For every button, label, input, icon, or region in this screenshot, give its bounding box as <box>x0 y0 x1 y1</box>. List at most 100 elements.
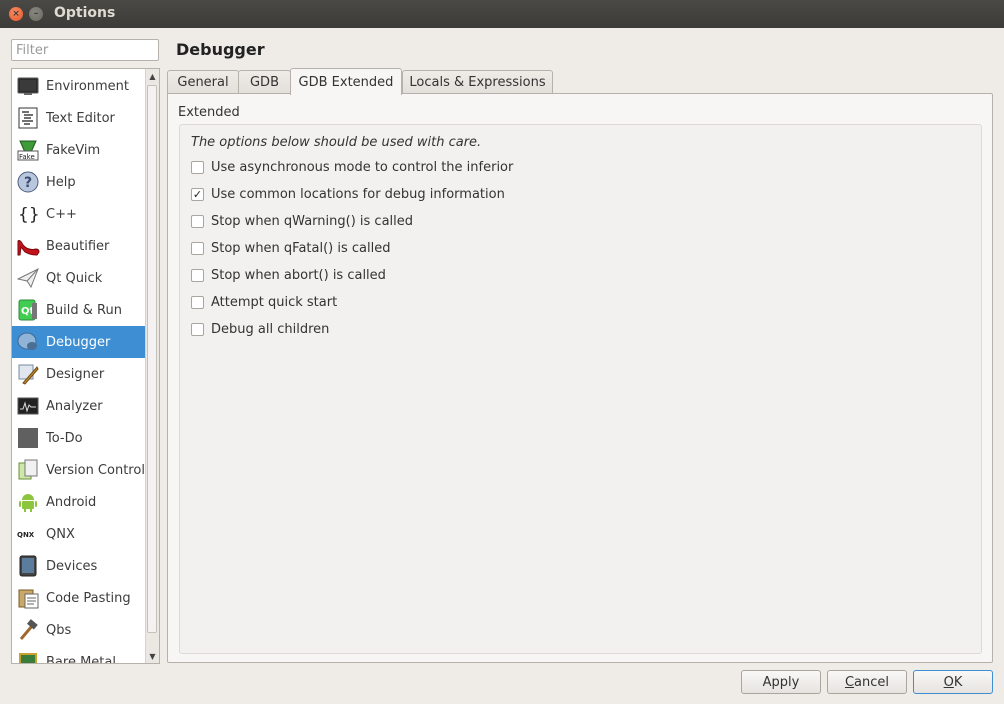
extended-group: The options below should be used with ca… <box>179 124 982 654</box>
checkbox[interactable] <box>191 295 204 309</box>
category-item-build-run[interactable]: Qt Build & Run <box>12 294 146 326</box>
close-window-button[interactable]: × <box>9 7 23 21</box>
category-item-version-control[interactable]: Version Control <box>12 454 146 486</box>
filter-input[interactable] <box>11 39 159 61</box>
version-control-icon <box>16 458 40 482</box>
option-stop-abort[interactable]: Stop when abort() is called <box>191 266 386 284</box>
checkbox[interactable] <box>191 268 204 282</box>
category-scrollbar[interactable]: ▲ ▼ <box>145 69 159 663</box>
category-label: Debugger <box>46 334 111 350</box>
category-item-text-editor[interactable]: Text Editor <box>12 102 146 134</box>
category-label: Analyzer <box>46 398 103 414</box>
checkbox[interactable] <box>191 214 204 228</box>
monitor-icon <box>16 74 40 98</box>
qt-build-icon: Qt <box>16 298 40 322</box>
category-label: Qbs <box>46 622 72 638</box>
title-bar: × – Options <box>0 0 1004 28</box>
category-label: Text Editor <box>46 110 115 126</box>
option-label: Stop when qFatal() is called <box>211 240 391 256</box>
category-item-cpp[interactable]: {} C++ <box>12 198 146 230</box>
category-label: Version Control <box>46 462 145 478</box>
tab-gdb-extended[interactable]: GDB Extended <box>290 68 402 95</box>
category-label: Help <box>46 174 76 190</box>
category-item-qnx[interactable]: QNX QNX <box>12 518 146 550</box>
category-label: Code Pasting <box>46 590 131 606</box>
svg-text:Fake: Fake <box>19 153 35 161</box>
cancel-label-rest: ancel <box>854 674 890 690</box>
page-title: Debugger <box>176 40 265 59</box>
high-heel-icon <box>16 234 40 258</box>
ok-label-rest: K <box>953 674 963 690</box>
category-item-analyzer[interactable]: Analyzer <box>12 390 146 422</box>
category-label: C++ <box>46 206 77 222</box>
category-label: FakeVim <box>46 142 101 158</box>
option-async-mode[interactable]: Use asynchronous mode to control the inf… <box>191 158 513 176</box>
scroll-up-arrow-icon[interactable]: ▲ <box>146 69 159 83</box>
option-common-debug-locations[interactable]: ✓ Use common locations for debug informa… <box>191 185 505 203</box>
category-label: Designer <box>46 366 105 382</box>
hammer-icon <box>16 618 40 642</box>
apply-button[interactable]: Apply <box>741 670 821 694</box>
qnx-icon: QNX <box>16 522 40 546</box>
category-label: Bare Metal <box>46 654 116 664</box>
braces-icon: {} <box>16 202 40 226</box>
category-item-devices[interactable]: Devices <box>12 550 146 582</box>
tab-locals-expressions[interactable]: Locals & Expressions <box>402 70 553 93</box>
paper-plane-icon <box>16 266 40 290</box>
scroll-down-arrow-icon[interactable]: ▼ <box>146 649 159 663</box>
category-label: Devices <box>46 558 98 574</box>
clipboard-icon <box>16 586 40 610</box>
option-quick-start[interactable]: Attempt quick start <box>191 293 337 311</box>
minimize-window-button[interactable]: – <box>29 7 43 21</box>
category-label: Build & Run <box>46 302 122 318</box>
category-item-android[interactable]: Android <box>12 486 146 518</box>
category-item-environment[interactable]: Environment <box>12 70 146 102</box>
text-document-icon <box>16 106 40 130</box>
cancel-button[interactable]: Cancel <box>827 670 907 694</box>
category-list[interactable]: Environment Text Editor Fake FakeVim ? H… <box>11 68 160 664</box>
category-item-bare-metal[interactable]: Bare Metal <box>12 646 146 664</box>
bug-icon <box>16 330 40 354</box>
window-title: Options <box>54 5 116 21</box>
fakevim-icon: Fake <box>16 138 40 162</box>
tab-gdb[interactable]: GDB <box>238 70 291 93</box>
category-item-beautifier[interactable]: Beautifier <box>12 230 146 262</box>
category-item-debugger[interactable]: Debugger <box>12 326 146 358</box>
category-label: Environment <box>46 78 130 94</box>
category-item-fakevim[interactable]: Fake FakeVim <box>12 134 146 166</box>
checkbox[interactable] <box>191 241 204 255</box>
option-stop-qwarning[interactable]: Stop when qWarning() is called <box>191 212 413 230</box>
checkbox[interactable]: ✓ <box>191 187 204 201</box>
designer-icon <box>16 362 40 386</box>
category-item-qbs[interactable]: Qbs <box>12 614 146 646</box>
option-stop-qfatal[interactable]: Stop when qFatal() is called <box>191 239 391 257</box>
category-item-designer[interactable]: Designer <box>12 358 146 390</box>
gdb-extended-page: Extended The options below should be use… <box>167 93 993 663</box>
checkbox[interactable] <box>191 160 204 174</box>
category-label: Qt Quick <box>46 270 103 286</box>
ok-button[interactable]: OK <box>913 670 993 694</box>
option-label: Use common locations for debug informati… <box>211 186 505 202</box>
chip-icon <box>16 650 40 663</box>
category-item-help[interactable]: ? Help <box>12 166 146 198</box>
scrollbar-thumb[interactable] <box>147 85 157 633</box>
todo-icon <box>16 426 40 450</box>
group-title: Extended <box>178 105 240 120</box>
svg-text:?: ? <box>24 175 32 191</box>
tab-general[interactable]: General <box>167 70 239 93</box>
category-label: Beautifier <box>46 238 110 254</box>
oscilloscope-icon <box>16 394 40 418</box>
checkbox[interactable] <box>191 322 204 336</box>
device-icon <box>16 554 40 578</box>
svg-text:QNX: QNX <box>17 531 35 539</box>
ok-mnemonic: O <box>943 674 954 690</box>
category-item-qt-quick[interactable]: Qt Quick <box>12 262 146 294</box>
category-item-code-pasting[interactable]: Code Pasting <box>12 582 146 614</box>
category-label: To-Do <box>46 430 83 446</box>
category-item-todo[interactable]: To-Do <box>12 422 146 454</box>
android-icon <box>16 490 40 514</box>
option-label: Debug all children <box>211 321 330 337</box>
option-debug-all-children[interactable]: Debug all children <box>191 320 329 338</box>
category-label: Android <box>46 494 97 510</box>
option-label: Stop when qWarning() is called <box>211 213 414 229</box>
